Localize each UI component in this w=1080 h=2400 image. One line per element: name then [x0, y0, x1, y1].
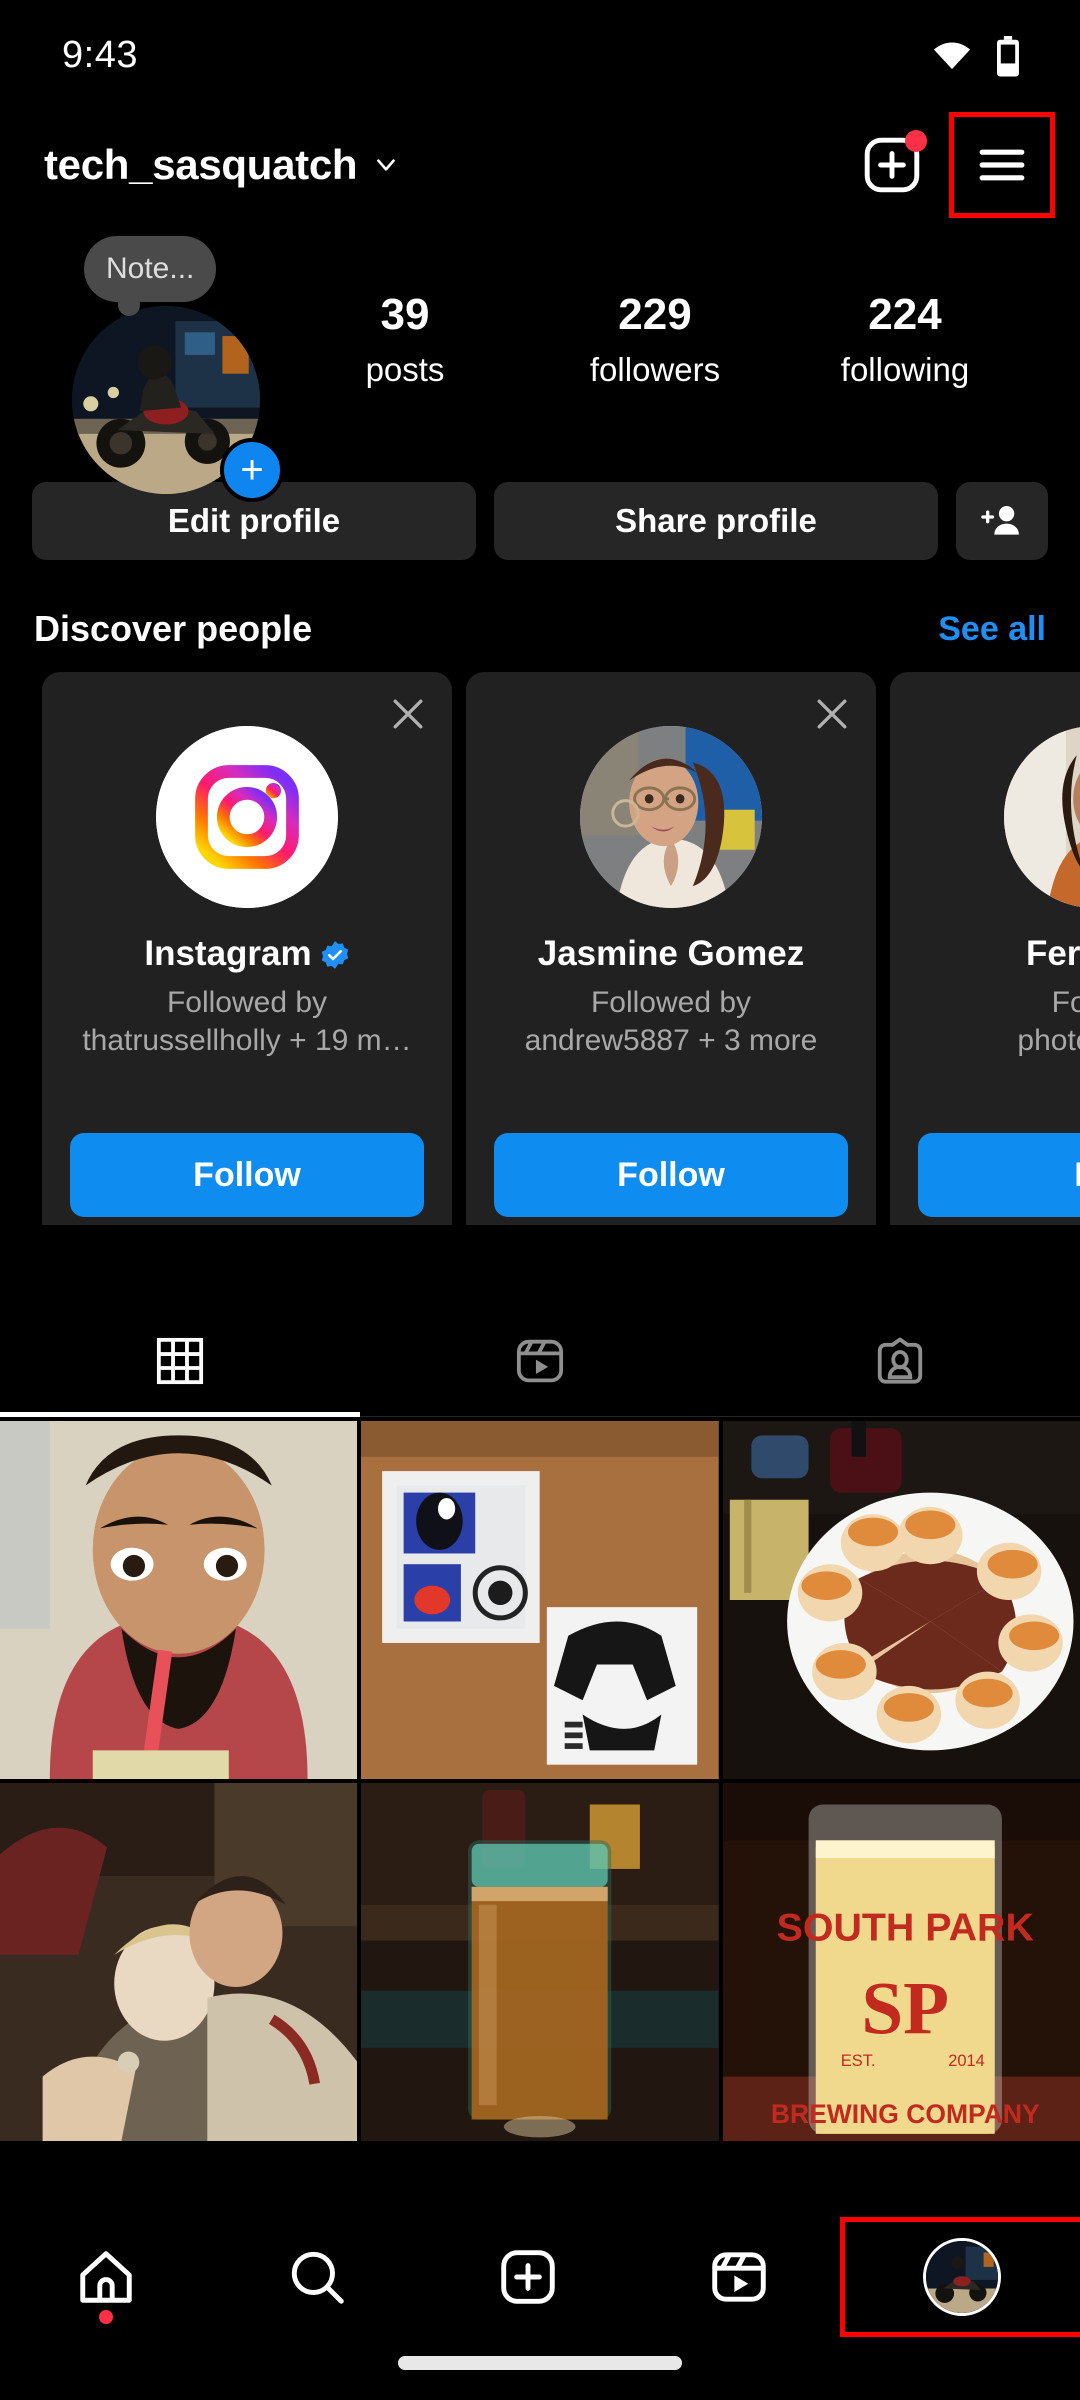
svg-text:SOUTH PARK: SOUTH PARK [776, 1906, 1034, 1950]
grid-post[interactable]: SOUTH PARK SP BREWING COMPANY EST. 2014 [722, 1783, 1080, 2141]
profile-stats: 39 posts 229 followers 224 following [280, 242, 1030, 389]
chevron-down-icon [373, 152, 399, 178]
discover-card-name: Fernand [1026, 934, 1080, 974]
svg-text:EST.: EST. [840, 2052, 875, 2070]
status-time: 9:43 [62, 33, 138, 76]
instagram-profile-screen: 9:43 tech_sasquatch Note... + 39 posts 2… [0, 0, 1080, 2400]
create-plus-box-icon [501, 2250, 555, 2304]
discover-people-button[interactable] [956, 482, 1048, 560]
svg-text:BREWING COMPANY: BREWING COMPANY [771, 2099, 1040, 2129]
followers-label: followers [589, 350, 721, 388]
new-post-notification-dot [905, 130, 927, 152]
discover-card-name-text: Fernand [1025, 934, 1080, 973]
discover-card-subtitle: Followed by andrew5887 + 3 more [525, 984, 818, 1061]
hamburger-menu-icon [979, 149, 1025, 181]
close-x-icon[interactable] [386, 692, 430, 736]
battery-icon [996, 36, 1020, 77]
hamburger-menu-button[interactable] [949, 112, 1055, 218]
tab-posts-grid[interactable] [0, 1305, 360, 1417]
new-post-button[interactable] [844, 117, 940, 213]
avatar[interactable] [156, 726, 338, 908]
reels-icon [712, 2252, 766, 2302]
subtitle-line-2: photosasqu [1017, 1024, 1080, 1058]
status-bar: 9:43 [0, 0, 1080, 110]
follow-button[interactable]: Follow [70, 1133, 424, 1217]
home-indicator [398, 2356, 682, 2370]
grid-post[interactable] [0, 1421, 358, 1779]
follow-button[interactable]: Follow [494, 1133, 848, 1217]
grid-icon [156, 1337, 204, 1385]
grid-post[interactable] [361, 1783, 719, 2141]
status-icons [932, 36, 1020, 77]
tagged-icon [877, 1337, 923, 1384]
active-tab-indicator [0, 1412, 360, 1417]
followers-count: 229 [618, 290, 692, 339]
search-icon [291, 2251, 344, 2304]
svg-text:2014: 2014 [948, 2052, 985, 2070]
page-title: tech_sasquatch [44, 141, 358, 188]
follow-button[interactable]: Fo [918, 1133, 1080, 1217]
discover-card[interactable]: Jasmine Gomez Followed by andrew5887 + 3… [466, 672, 876, 1225]
wifi-icon [932, 40, 972, 70]
posts-count: 39 [380, 290, 430, 339]
discover-card-name: Jasmine Gomez [538, 934, 805, 974]
account-switcher[interactable]: tech_sasquatch [44, 141, 399, 189]
discover-card[interactable]: Fernand Follow photosasqu Fo [890, 672, 1080, 1225]
profile-summary: Note... + 39 posts 229 followers 224 fol… [0, 220, 1080, 502]
grid-post[interactable] [0, 1783, 358, 2141]
nav-search[interactable] [211, 2222, 422, 2332]
discover-people-title: Discover people [34, 608, 313, 649]
subtitle-line-2: andrew5887 + 3 more [524, 1024, 818, 1058]
reels-icon [516, 1339, 564, 1383]
close-x-icon[interactable] [810, 692, 854, 736]
avatar[interactable] [1004, 726, 1080, 908]
verified-badge-icon [320, 939, 350, 969]
note-bubble[interactable]: Note... [84, 236, 217, 316]
stat-followers[interactable]: 229 followers [565, 290, 745, 389]
grid-post[interactable] [361, 1421, 719, 1779]
subtitle-line-1: Followed by [590, 986, 752, 1019]
discover-card-name-text: Instagram [144, 934, 312, 973]
nav-home[interactable] [0, 2222, 211, 2332]
subtitle-line-2: thatrussellholly + 19 m… [82, 1024, 412, 1058]
subtitle-line-1: Followed by [166, 986, 328, 1019]
following-label: following [840, 350, 970, 388]
discover-card-name-text: Jasmine Gomez [537, 934, 805, 973]
avatar[interactable] [580, 726, 762, 908]
nav-profile[interactable] [839, 2217, 1080, 2337]
header-actions [844, 112, 1055, 218]
grid-post[interactable] [722, 1421, 1080, 1779]
profile-header: tech_sasquatch [0, 110, 1080, 220]
discover-card[interactable]: Instagram Followed by thatrussellholly +… [42, 672, 452, 1225]
following-count: 224 [868, 290, 942, 339]
discover-card-name: Instagram [144, 934, 349, 974]
subtitle-line-1: Follow [1051, 986, 1080, 1019]
nav-create[interactable] [422, 2222, 633, 2332]
discover-card-subtitle: Follow photosasqu [1017, 984, 1080, 1061]
stat-posts[interactable]: 39 posts [315, 290, 495, 389]
home-icon [79, 2251, 132, 2303]
add-to-story-button[interactable]: + [220, 438, 284, 502]
discover-people-carousel[interactable]: Instagram Followed by thatrussellholly +… [0, 650, 1080, 1225]
new-post-plus-box-icon [861, 130, 927, 196]
tab-reels[interactable] [360, 1305, 720, 1417]
bottom-navigation-bar [0, 2188, 1080, 2400]
add-person-icon [981, 505, 1019, 535]
nav-reels[interactable] [634, 2222, 845, 2332]
posts-grid: SOUTH PARK SP BREWING COMPANY EST. 2014 [0, 1421, 1080, 2141]
stat-following[interactable]: 224 following [815, 290, 995, 389]
see-all-link[interactable]: See all [938, 610, 1046, 649]
profile-tabs [0, 1305, 1080, 1417]
share-profile-button[interactable]: Share profile [494, 482, 938, 560]
profile-avatar [923, 2238, 1002, 2316]
posts-label: posts [365, 350, 445, 388]
tab-tagged[interactable] [720, 1305, 1080, 1417]
discover-card-subtitle: Followed by thatrussellholly + 19 m… [82, 984, 411, 1061]
home-notification-dot [98, 2310, 113, 2324]
svg-text:SP: SP [861, 1968, 949, 2051]
discover-people-header: Discover people See all [0, 560, 1080, 650]
